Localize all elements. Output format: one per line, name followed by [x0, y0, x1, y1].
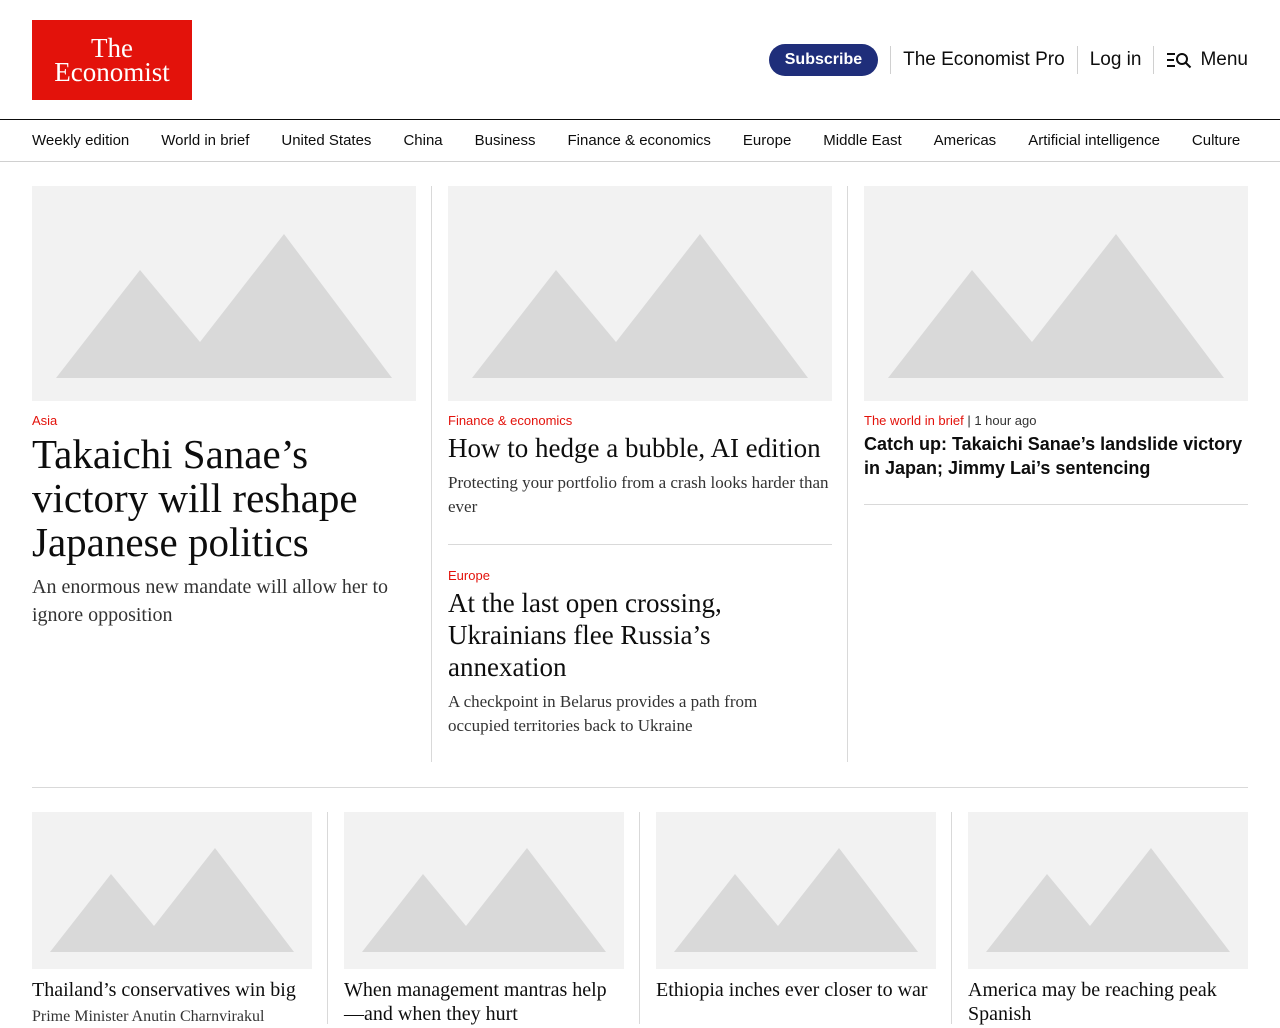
- right-headline[interactable]: Catch up: Takaichi Sanae’s landslide vic…: [864, 432, 1248, 480]
- nav-artificial-intelligence[interactable]: Artificial intelligence: [1028, 132, 1160, 149]
- bottom-article-image-4[interactable]: [968, 812, 1248, 969]
- header-divider: [1153, 46, 1155, 74]
- column-divider: [847, 186, 848, 762]
- column-divider: [431, 186, 432, 762]
- site-header: The Economist Subscribe The Economist Pr…: [0, 0, 1280, 120]
- nav-china[interactable]: China: [403, 132, 442, 149]
- search-menu-icon: [1167, 53, 1192, 69]
- meta-separator: |: [963, 413, 975, 428]
- article-divider: [864, 504, 1248, 505]
- economist-pro-link[interactable]: The Economist Pro: [903, 49, 1065, 71]
- menu-label: Menu: [1200, 49, 1248, 70]
- nav-united-states[interactable]: United States: [281, 132, 371, 149]
- menu-button[interactable]: Menu: [1166, 49, 1248, 71]
- subscribe-button[interactable]: Subscribe: [768, 44, 879, 76]
- nav-finance-economics[interactable]: Finance & economics: [568, 132, 711, 149]
- nav-culture[interactable]: Culture: [1192, 132, 1240, 149]
- section-divider: [32, 787, 1248, 788]
- middle-headline-2[interactable]: At the last open crossing, Ukrainians fl…: [448, 587, 778, 683]
- nav-business[interactable]: Business: [475, 132, 536, 149]
- bottom-description-1: Prime Minister Anutin Charnvirakul: [32, 1008, 265, 1025]
- right-article-image[interactable]: [864, 186, 1248, 401]
- middle-description-2: A checkpoint in Belarus provides a path …: [448, 692, 758, 735]
- image-placeholder-icon: [472, 234, 808, 378]
- bottom-headline-1[interactable]: Thailand’s conservatives win big: [32, 978, 312, 1002]
- middle-category-2[interactable]: Europe: [448, 568, 490, 583]
- image-placeholder-icon: [888, 234, 1224, 378]
- logo-line-2: Economist: [54, 57, 170, 87]
- bottom-headline-2[interactable]: When management mantras help—and when th…: [344, 978, 624, 1026]
- header-divider: [890, 46, 892, 74]
- bottom-article-image-3[interactable]: [656, 812, 936, 969]
- column-divider: [951, 812, 952, 1024]
- lead-description: An enormous new mandate will allow her t…: [32, 576, 389, 626]
- middle-description-1: Protecting your portfolio from a crash l…: [448, 473, 829, 516]
- image-placeholder-icon: [986, 848, 1230, 952]
- right-category[interactable]: The world in brief: [864, 413, 964, 428]
- nav-middle-east[interactable]: Middle East: [823, 132, 901, 149]
- nav-world-in-brief[interactable]: World in brief: [161, 132, 249, 149]
- login-link[interactable]: Log in: [1090, 49, 1142, 71]
- column-divider: [327, 812, 328, 1024]
- header-actions: Subscribe The Economist Pro Log in Menu: [768, 44, 1248, 76]
- economist-logo[interactable]: The Economist: [32, 20, 192, 100]
- right-timestamp: 1 hour ago: [974, 413, 1037, 428]
- middle-article-image[interactable]: [448, 186, 832, 401]
- right-category-row: The world in brief | 1 hour ago: [864, 413, 1037, 428]
- header-divider: [1076, 46, 1078, 74]
- lead-category[interactable]: Asia: [32, 413, 57, 428]
- bottom-article-image-1[interactable]: [32, 812, 312, 969]
- bottom-headline-3[interactable]: Ethiopia inches ever closer to war: [656, 978, 936, 1002]
- section-nav: Weekly edition World in brief United Sta…: [0, 120, 1280, 162]
- image-placeholder-icon: [50, 848, 294, 952]
- lead-article-image[interactable]: [32, 186, 416, 401]
- bottom-article-image-2[interactable]: [344, 812, 624, 969]
- middle-headline-1[interactable]: How to hedge a bubble, AI edition: [448, 432, 832, 464]
- image-placeholder-icon: [362, 848, 606, 952]
- column-divider: [639, 812, 640, 1024]
- image-placeholder-icon: [674, 848, 918, 952]
- article-divider: [448, 544, 832, 545]
- nav-americas[interactable]: Americas: [934, 132, 997, 149]
- bottom-headline-4[interactable]: America may be reaching peak Spanish: [968, 978, 1248, 1026]
- middle-category-1[interactable]: Finance & economics: [448, 413, 572, 428]
- nav-europe[interactable]: Europe: [743, 132, 791, 149]
- image-placeholder-icon: [56, 234, 392, 378]
- nav-weekly-edition[interactable]: Weekly edition: [32, 132, 129, 149]
- lead-headline[interactable]: Takaichi Sanae’s victory will reshape Ja…: [32, 432, 416, 564]
